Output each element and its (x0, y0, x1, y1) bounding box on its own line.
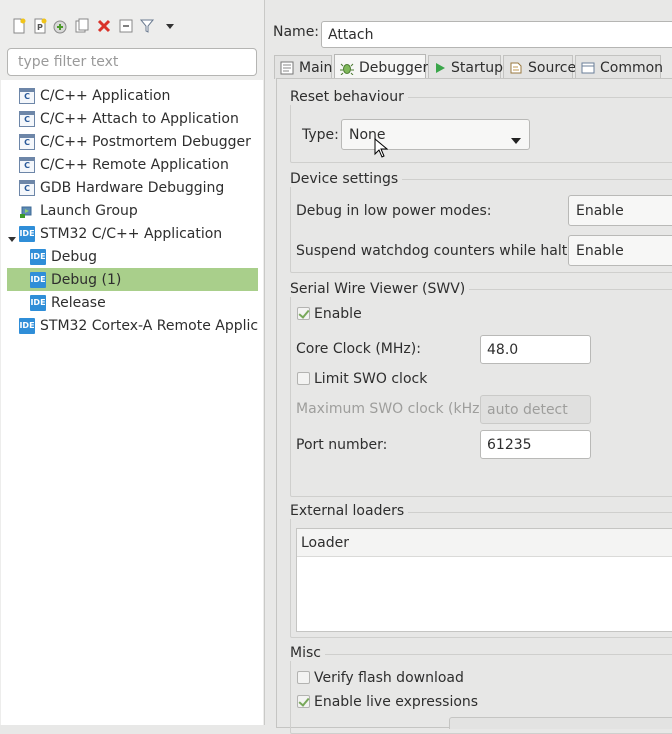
tree-item-release[interactable]: IDE Release (30, 291, 106, 314)
verify-flash-label: Verify flash download (314, 670, 464, 686)
tree-item-label: Launch Group (40, 202, 138, 219)
new-prototype-icon[interactable]: P (32, 18, 48, 34)
ide-icon: IDE (30, 271, 46, 288)
max-swo-label: Maximum SWO clock (kHz): (296, 401, 490, 417)
tree-item-label: Debug (51, 248, 98, 265)
mouse-cursor-icon (374, 137, 389, 162)
core-clock-label: Core Clock (MHz): (296, 341, 421, 357)
tree-item-cpp-remote[interactable]: C C/C++ Remote Application (19, 153, 229, 176)
tab-common[interactable]: Common (575, 55, 664, 79)
ide-icon: IDE (19, 317, 35, 334)
svg-text:P: P (37, 23, 43, 32)
tab-main[interactable]: Main (274, 55, 332, 79)
loader-column-header[interactable]: Loader (297, 529, 672, 557)
launch-config-panel: P C C/C++ Application C C/C++ Attach to … (0, 0, 265, 725)
tree-item-label: C/C++ Postmortem Debugger (40, 133, 251, 150)
filter-icon[interactable] (139, 18, 155, 34)
core-clock-value: 48.0 (487, 341, 519, 358)
tree-item-cpp-postmortem[interactable]: C C/C++ Postmortem Debugger (19, 130, 251, 153)
tree-item-cpp-attach[interactable]: C C/C++ Attach to Application (19, 107, 239, 130)
reset-type-select[interactable]: None (341, 119, 530, 150)
tree-item-launch-group[interactable]: Launch Group (19, 199, 138, 222)
tree-item-label: GDB Hardware Debugging (40, 179, 225, 196)
tab-label: Common (600, 59, 664, 76)
watchdog-value: Enable (576, 242, 624, 259)
port-number-value: 61235 (487, 436, 532, 453)
tree-item-cpp-application[interactable]: C C/C++ Application (19, 84, 170, 107)
ide-icon: IDE (19, 225, 35, 242)
tab-debugger[interactable]: Debugger (334, 54, 429, 80)
watchdog-label: Suspend watchdog counters while halted: (296, 243, 590, 259)
low-power-label: Debug in low power modes: (296, 203, 492, 219)
tab-startup[interactable]: Startup (428, 55, 503, 79)
external-loaders-title: External loaders (290, 503, 409, 519)
chevron-down-icon (511, 132, 521, 148)
reset-type-label: Type: (302, 127, 339, 143)
tree-item-stm32-cortex-a[interactable]: IDE STM32 Cortex-A Remote Applicati (19, 314, 259, 337)
debugger-bug-icon (340, 61, 354, 75)
core-clock-field[interactable]: 48.0 (480, 335, 591, 364)
c-launch-icon: C (19, 156, 35, 173)
source-icon (509, 61, 523, 75)
tree-item-debug[interactable]: IDE Debug (30, 245, 97, 268)
tree-item-label: C/C++ Application (40, 87, 171, 104)
tree-item-label: STM32 C/C++ Application (40, 225, 223, 242)
swv-title: Serial Wire Viewer (SWV) (290, 281, 470, 297)
export-icon[interactable] (52, 18, 68, 34)
swv-enable-checkbox[interactable] (297, 307, 310, 320)
common-icon (581, 61, 595, 75)
tree-item-gdb-hardware[interactable]: C GDB Hardware Debugging (19, 176, 224, 199)
verify-flash-checkbox[interactable] (297, 671, 310, 684)
tree-item-label: STM32 Cortex-A Remote Applicati (40, 317, 259, 334)
max-swo-field: auto detect (480, 395, 591, 424)
misc-title: Misc (290, 645, 325, 661)
tab-label: Debugger (359, 59, 429, 76)
filter-input[interactable] (7, 48, 257, 76)
startup-play-icon (434, 62, 446, 74)
c-launch-icon: C (19, 110, 35, 127)
main-tab-icon (280, 61, 294, 75)
expand-chevron-icon[interactable] (7, 232, 17, 248)
limit-swo-checkbox[interactable] (297, 372, 310, 385)
ide-icon: IDE (30, 248, 46, 265)
max-swo-value: auto detect (487, 401, 568, 418)
tree-item-label: C/C++ Remote Application (40, 156, 229, 173)
tree-item-label: Debug (1) (51, 271, 122, 288)
tree-item-debug-1[interactable]: IDE Debug (1) (7, 268, 258, 291)
tab-source[interactable]: Source (503, 55, 577, 79)
c-launch-icon: C (19, 179, 35, 196)
c-launch-icon: C (19, 133, 35, 150)
tab-label: Main (299, 59, 333, 76)
tab-label: Source (528, 59, 577, 76)
port-number-field[interactable]: 61235 (480, 430, 591, 459)
low-power-select[interactable]: Enable (568, 195, 672, 226)
ide-icon: IDE (30, 294, 46, 311)
name-field[interactable] (321, 21, 672, 48)
limit-swo-label: Limit SWO clock (314, 371, 428, 387)
device-settings-title: Device settings (290, 171, 403, 187)
tab-label: Startup (451, 59, 503, 76)
duplicate-icon[interactable] (74, 18, 90, 34)
misc-button-partial[interactable] (449, 717, 672, 729)
c-launch-icon: C (19, 87, 35, 104)
new-config-icon[interactable] (11, 18, 27, 34)
swv-enable-label: Enable (314, 306, 362, 322)
live-expressions-label: Enable live expressions (314, 694, 479, 710)
launch-group-icon (19, 203, 35, 219)
tree-item-label: Release (51, 294, 106, 311)
loader-table[interactable]: Loader (296, 528, 672, 632)
reset-behaviour-title: Reset behaviour (290, 89, 408, 105)
config-tabs: Main Debugger Startup Source Common (272, 54, 672, 80)
collapse-all-icon[interactable] (118, 18, 134, 34)
loader-column-label: Loader (301, 534, 349, 551)
port-number-label: Port number: (296, 437, 388, 453)
watchdog-select[interactable]: Enable (568, 235, 672, 266)
live-expressions-checkbox[interactable] (297, 695, 310, 708)
view-menu-chevron-icon[interactable] (162, 18, 178, 34)
low-power-value: Enable (576, 202, 624, 219)
delete-icon[interactable] (96, 18, 112, 34)
tree-item-stm32-application[interactable]: IDE STM32 C/C++ Application (19, 222, 222, 245)
name-label: Name: (273, 24, 320, 40)
tree-item-label: C/C++ Attach to Application (40, 110, 239, 127)
